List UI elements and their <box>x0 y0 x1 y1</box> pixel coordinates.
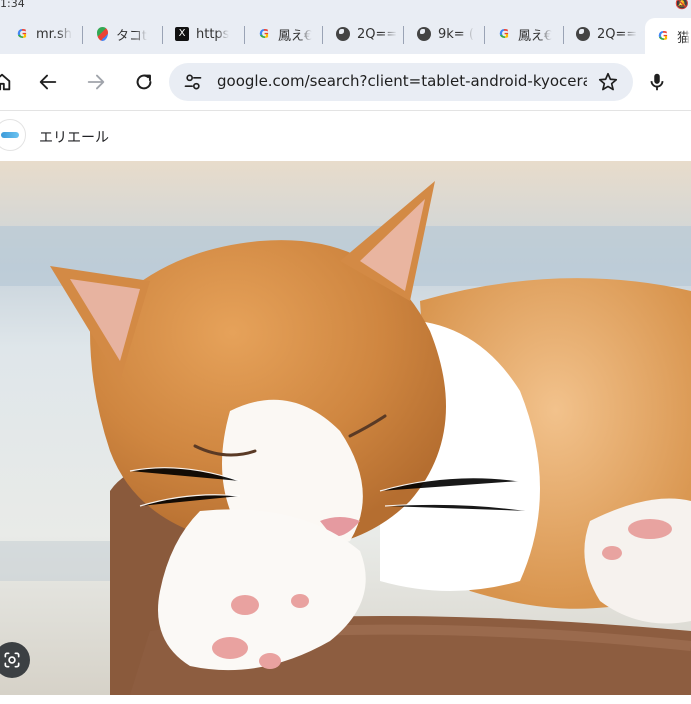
tab-2q-1[interactable]: 2Q== <box>335 19 397 49</box>
tab-9k[interactable]: 9k= ( <box>416 19 478 49</box>
voice-search-button[interactable] <box>641 66 673 98</box>
google-icon: G <box>256 26 272 42</box>
tab-separator <box>244 26 245 44</box>
cat-image <box>0 161 691 695</box>
tab-label: mr.sh <box>36 26 72 42</box>
google-icon: G <box>655 28 671 44</box>
site-favicon <box>0 119 26 151</box>
bottom-strip <box>0 695 691 704</box>
globe-icon <box>575 26 591 42</box>
tab-label: https <box>196 26 230 42</box>
home-button[interactable] <box>0 66 18 98</box>
address-bar[interactable]: google.com/search?client=tablet-android-… <box>169 63 633 101</box>
home-icon <box>0 73 11 91</box>
globe-icon <box>416 26 432 42</box>
url-text[interactable]: google.com/search?client=tablet-android-… <box>217 72 587 90</box>
reload-button[interactable] <box>128 66 160 98</box>
back-button[interactable] <box>32 66 64 98</box>
tab-strip: G mr.sh タコt X https G 鳳え€ 2Q== 9k= ( G 鳳… <box>0 14 691 54</box>
back-arrow-icon <box>39 74 57 90</box>
browser-toolbar: google.com/search?client=tablet-android-… <box>0 54 691 110</box>
site-name[interactable]: エリエール <box>39 127 109 147</box>
tab-separator <box>82 26 83 44</box>
tab-google-1[interactable]: G 鳳え€ <box>256 19 316 49</box>
tab-https[interactable]: X https <box>174 19 238 49</box>
forward-button[interactable] <box>80 66 112 98</box>
tab-tako[interactable]: タコt <box>94 19 156 49</box>
site-settings-icon[interactable] <box>183 72 203 96</box>
tab-separator <box>403 26 404 44</box>
tab-separator <box>563 26 564 44</box>
tab-google-2[interactable]: G 鳳え€ <box>496 19 556 49</box>
image-source-row[interactable]: エリエール <box>0 111 691 161</box>
tab-label: 猫 <box>677 30 691 46</box>
reload-icon <box>136 74 152 90</box>
tab-2q-2[interactable]: 2Q== <box>575 19 637 49</box>
tab-separator <box>322 26 323 44</box>
status-bar: 1:34 🔕 <box>0 0 691 14</box>
notification-muted-icon: 🔕 <box>675 0 689 10</box>
tab-active-neko[interactable]: G 猫 <box>645 18 691 54</box>
tab-mr-sh[interactable]: G mr.sh <box>14 19 76 49</box>
tab-separator <box>162 26 163 44</box>
bookmark-star-icon[interactable] <box>597 71 619 97</box>
tab-label: 2Q== <box>597 26 637 42</box>
forward-arrow-icon <box>87 74 105 90</box>
lens-icon <box>4 652 20 668</box>
tab-label: 9k= ( <box>438 26 474 42</box>
maps-icon <box>94 26 110 42</box>
tab-label: タコt <box>116 28 148 44</box>
globe-icon <box>335 26 351 42</box>
google-icon: G <box>14 26 30 42</box>
tab-label: 2Q== <box>357 26 397 42</box>
tab-separator <box>484 26 485 44</box>
tab-label: 鳳え€ <box>518 28 553 44</box>
microphone-icon <box>650 73 664 91</box>
google-icon: G <box>496 26 512 42</box>
x-icon: X <box>174 26 190 42</box>
status-time: 1:34 <box>0 0 25 10</box>
cat-photo[interactable] <box>0 161 691 695</box>
tab-label: 鳳え€ <box>278 28 313 44</box>
